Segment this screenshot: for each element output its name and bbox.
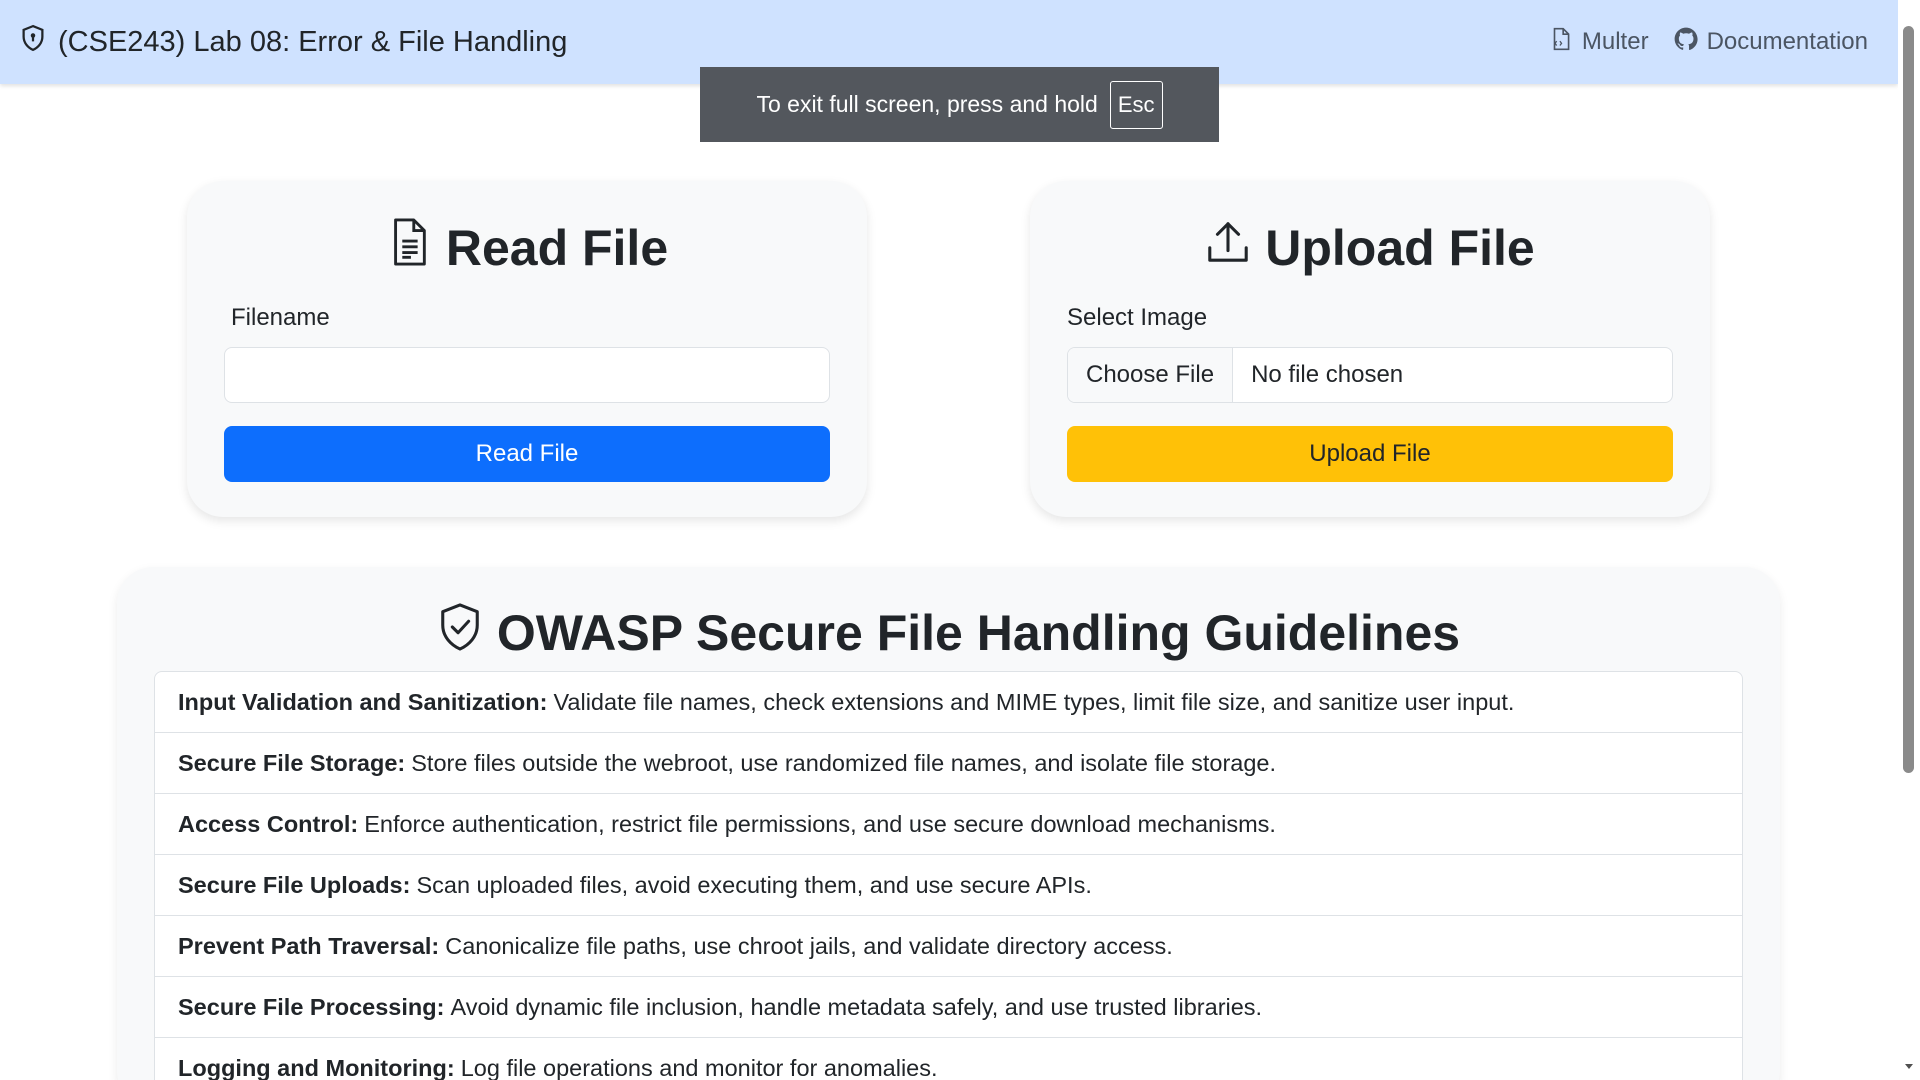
guideline-text: Store files outside the webroot, use ran… xyxy=(411,749,1277,776)
read-file-card: Read File Filename Read File xyxy=(187,181,867,517)
select-image-label: Select Image xyxy=(1067,304,1208,331)
owasp-guidelines-card: OWASP Secure File Handling Guidelines In… xyxy=(117,567,1780,1080)
scrollbar-thumb[interactable] xyxy=(1903,26,1914,773)
list-item: Secure File Uploads: Scan uploaded files… xyxy=(155,855,1742,916)
guideline-heading: Prevent Path Traversal: xyxy=(178,932,440,959)
guideline-text: Validate file names, check extensions an… xyxy=(553,688,1515,715)
list-item: Logging and Monitoring: Log file operati… xyxy=(155,1038,1742,1080)
guideline-text: Enforce authentication, restrict file pe… xyxy=(364,810,1276,837)
guideline-heading: Secure File Uploads: xyxy=(178,871,411,898)
list-item: Prevent Path Traversal: Canonicalize fil… xyxy=(155,916,1742,977)
github-icon xyxy=(1673,26,1699,59)
list-item: Secure File Processing: Avoid dynamic fi… xyxy=(155,977,1742,1038)
esc-key-badge: Esc xyxy=(1109,80,1163,129)
filename-label: Filename xyxy=(231,304,330,331)
upload-file-title: Upload File xyxy=(1265,220,1535,276)
fullscreen-notice-text: To exit full screen, press and hold xyxy=(756,91,1098,117)
list-item: Access Control: Enforce authentication, … xyxy=(155,794,1742,855)
file-status-text: No file chosen xyxy=(1251,361,1404,388)
guideline-heading: Secure File Processing: xyxy=(178,993,445,1020)
scroll-down-arrow-icon[interactable] xyxy=(1902,1059,1916,1073)
list-item: Secure File Storage: Store files outside… xyxy=(155,733,1742,794)
upload-file-heading: Upload File xyxy=(1030,217,1710,279)
read-file-button[interactable]: Read File xyxy=(224,426,830,482)
guideline-heading: Input Validation and Sanitization: xyxy=(178,688,548,715)
upload-file-button[interactable]: Upload File xyxy=(1067,426,1673,482)
read-file-heading: Read File xyxy=(187,217,867,279)
guidelines-heading: OWASP Secure File Handling Guidelines xyxy=(117,601,1780,665)
guideline-text: Scan uploaded files, avoid executing the… xyxy=(416,871,1092,898)
nav-link-documentation[interactable]: Documentation xyxy=(1673,26,1868,59)
read-file-title: Read File xyxy=(445,220,669,276)
guideline-heading: Secure File Storage: xyxy=(178,749,406,776)
nav-link-label: Documentation xyxy=(1706,28,1868,55)
guideline-text: Log file operations and monitor for anom… xyxy=(460,1054,938,1080)
shield-lock-icon xyxy=(18,23,48,61)
app-title: (CSE243) Lab 08: Error & File Handling xyxy=(58,25,568,58)
filename-input[interactable] xyxy=(224,347,830,403)
navbar-links: Multer Documentation xyxy=(1548,26,1868,59)
fullscreen-exit-notice: To exit full screen, press and hold Esc xyxy=(700,67,1219,142)
upload-icon xyxy=(1205,217,1251,279)
upload-file-card: Upload File Select Image Choose File No … xyxy=(1030,181,1710,517)
list-item: Input Validation and Sanitization: Valid… xyxy=(155,672,1742,733)
guideline-heading: Access Control: xyxy=(178,810,359,837)
guideline-text: Canonicalize file paths, use chroot jail… xyxy=(445,932,1173,959)
nav-link-label: Multer xyxy=(1581,28,1649,55)
nav-link-multer[interactable]: Multer xyxy=(1548,26,1649,59)
file-code-icon xyxy=(1548,26,1574,59)
shield-check-icon xyxy=(437,601,483,665)
guideline-heading: Logging and Monitoring: xyxy=(178,1054,455,1080)
guideline-text: Avoid dynamic file inclusion, handle met… xyxy=(450,993,1263,1020)
vertical-scrollbar[interactable] xyxy=(1898,0,1920,1080)
guidelines-title: OWASP Secure File Handling Guidelines xyxy=(496,605,1461,661)
image-file-input[interactable]: Choose File No file chosen xyxy=(1067,347,1673,403)
file-text-icon xyxy=(386,217,432,279)
choose-file-button[interactable]: Choose File xyxy=(1068,348,1234,402)
navbar-brand[interactable]: (CSE243) Lab 08: Error & File Handling xyxy=(18,23,567,61)
guidelines-list: Input Validation and Sanitization: Valid… xyxy=(154,671,1743,1080)
